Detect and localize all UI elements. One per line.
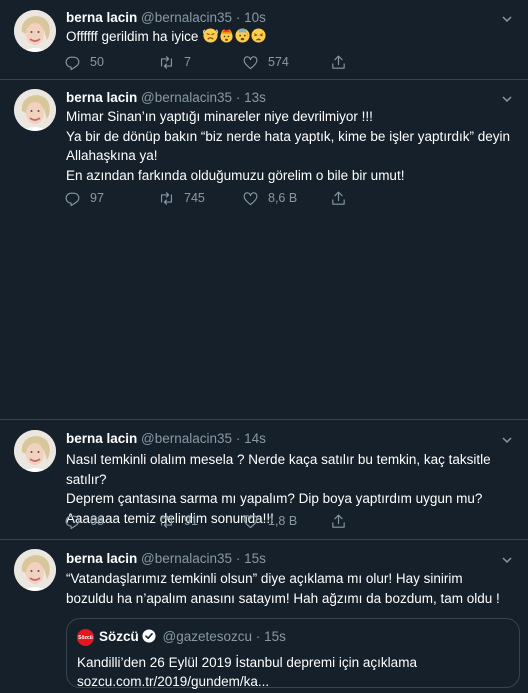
timestamp[interactable]: 14s	[244, 431, 266, 446]
tweet-text: Offffff gerildim ha iyice	[66, 27, 518, 47]
quoted-author-handle: @gazetesozcu	[162, 629, 253, 644]
separator-dot: ·	[235, 10, 241, 25]
like-count: 574	[268, 55, 289, 69]
retweet-icon	[160, 514, 173, 528]
separator-dot: ·	[255, 629, 261, 644]
share-button[interactable]	[330, 512, 347, 530]
reply-button[interactable]: 50	[64, 53, 104, 71]
quoted-tweet-text: Kandilli’den 26 Eylül 2019 İstanbul depr…	[77, 655, 417, 670]
retweet-count: 91	[184, 514, 198, 528]
share-button[interactable]	[330, 189, 347, 207]
timestamp[interactable]: 15s	[244, 551, 266, 566]
author-handle[interactable]: @bernalacin35	[141, 10, 232, 25]
tired-face-emoji	[251, 28, 266, 43]
quoted-timestamp: 15s	[264, 629, 286, 644]
tweet-text: Mimar Sinan’ın yaptığı minareler niye de…	[66, 107, 518, 185]
share-icon	[332, 55, 345, 69]
retweet-count: 7	[184, 55, 191, 69]
author-name[interactable]: berna lacin	[66, 90, 137, 105]
tweet-text-line: Mimar Sinan’ın yaptığı minareler niye de…	[66, 109, 373, 124]
sozcu-logo[interactable]: Sözcü	[77, 629, 94, 646]
author-handle[interactable]: @bernalacin35	[141, 551, 232, 566]
author-name[interactable]: berna lacin	[66, 431, 137, 446]
share-icon	[332, 514, 345, 528]
heart-icon	[243, 514, 258, 528]
author-name[interactable]: berna lacin	[66, 10, 137, 25]
share-icon	[332, 191, 345, 205]
avatar[interactable]	[14, 430, 56, 472]
tweet[interactable]: berna lacin @bernalacin35 · 14s Nasıl te…	[0, 420, 528, 540]
avatar[interactable]	[14, 549, 56, 591]
like-count: 8,6 B	[268, 191, 298, 205]
like-button[interactable]: 574	[242, 53, 289, 71]
reply-button[interactable]: 68	[64, 512, 104, 530]
author-handle[interactable]: @bernalacin35	[141, 431, 232, 446]
timestamp[interactable]: 10s	[244, 10, 266, 25]
timestamp[interactable]: 13s	[244, 90, 266, 105]
chevron-down-icon[interactable]	[500, 92, 514, 106]
anxious-face-emoji	[235, 28, 250, 43]
separator-dot: ·	[235, 551, 241, 566]
chevron-down-icon[interactable]	[500, 553, 514, 567]
heart-icon	[243, 191, 258, 205]
share-button[interactable]	[330, 53, 347, 71]
frustrated-face-emoji	[203, 28, 219, 43]
reply-icon	[65, 192, 80, 206]
avatar[interactable]	[14, 10, 56, 52]
chevron-down-icon[interactable]	[500, 12, 514, 26]
quoted-tweet[interactable]: Sözcü Sözcü @gazetesozcu · 15s Kandilli’…	[66, 618, 520, 691]
separator-dot: ·	[235, 431, 241, 446]
author-name[interactable]: berna lacin	[66, 551, 137, 566]
like-button[interactable]: 8,6 B	[242, 189, 297, 207]
like-button[interactable]: 1,8 B	[242, 512, 297, 530]
tweet-text-line: Nasıl temkinli olalım mesela ? Nerde kaç…	[66, 452, 491, 487]
reply-icon	[65, 56, 80, 70]
reply-button[interactable]: 97	[64, 189, 104, 207]
tweet-text-line: Ya bir de dönüp bakın “biz nerde hata ya…	[66, 128, 510, 164]
avatar[interactable]	[14, 89, 56, 131]
tweet-text-line: Deprem çantasına sarma mı yapalım? Dip b…	[66, 491, 483, 506]
reply-icon	[65, 515, 80, 529]
retweet-icon	[160, 191, 173, 205]
tweet-text-line: “Vatandaşlarımız temkinli olsun” diye aç…	[66, 571, 500, 606]
quoted-author-name: Sözcü	[99, 629, 139, 644]
tweet[interactable]: berna lacin @bernalacin35 · 10s Offffff …	[0, 0, 528, 80]
separator-dot: ·	[235, 90, 241, 105]
retweet-button[interactable]: 745	[158, 189, 205, 207]
tweet-text-line: En azından farkında olduğumuzu görelim o…	[66, 167, 405, 183]
like-count: 1,8 B	[268, 514, 298, 528]
chevron-down-icon[interactable]	[500, 433, 514, 447]
reply-count: 97	[90, 191, 104, 205]
retweet-count: 745	[184, 191, 205, 205]
author-handle[interactable]: @bernalacin35	[141, 90, 232, 105]
tweet[interactable]: berna lacin @bernalacin35 · 13s Mimar Si…	[0, 80, 528, 420]
retweet-button[interactable]: 91	[158, 512, 198, 530]
reply-count: 50	[90, 55, 104, 69]
retweet-icon	[160, 55, 173, 69]
verified-badge-icon	[142, 629, 156, 643]
quoted-tweet-link[interactable]: sozcu.com.tr/2019/gundem/ka...	[77, 672, 507, 691]
heart-icon	[243, 55, 258, 69]
reply-count: 68	[90, 514, 104, 528]
exploding-head-emoji	[220, 29, 233, 43]
tweet-text: “Vatandaşlarımız temkinli olsun” diye aç…	[66, 569, 511, 608]
retweet-button[interactable]: 7	[158, 53, 191, 71]
